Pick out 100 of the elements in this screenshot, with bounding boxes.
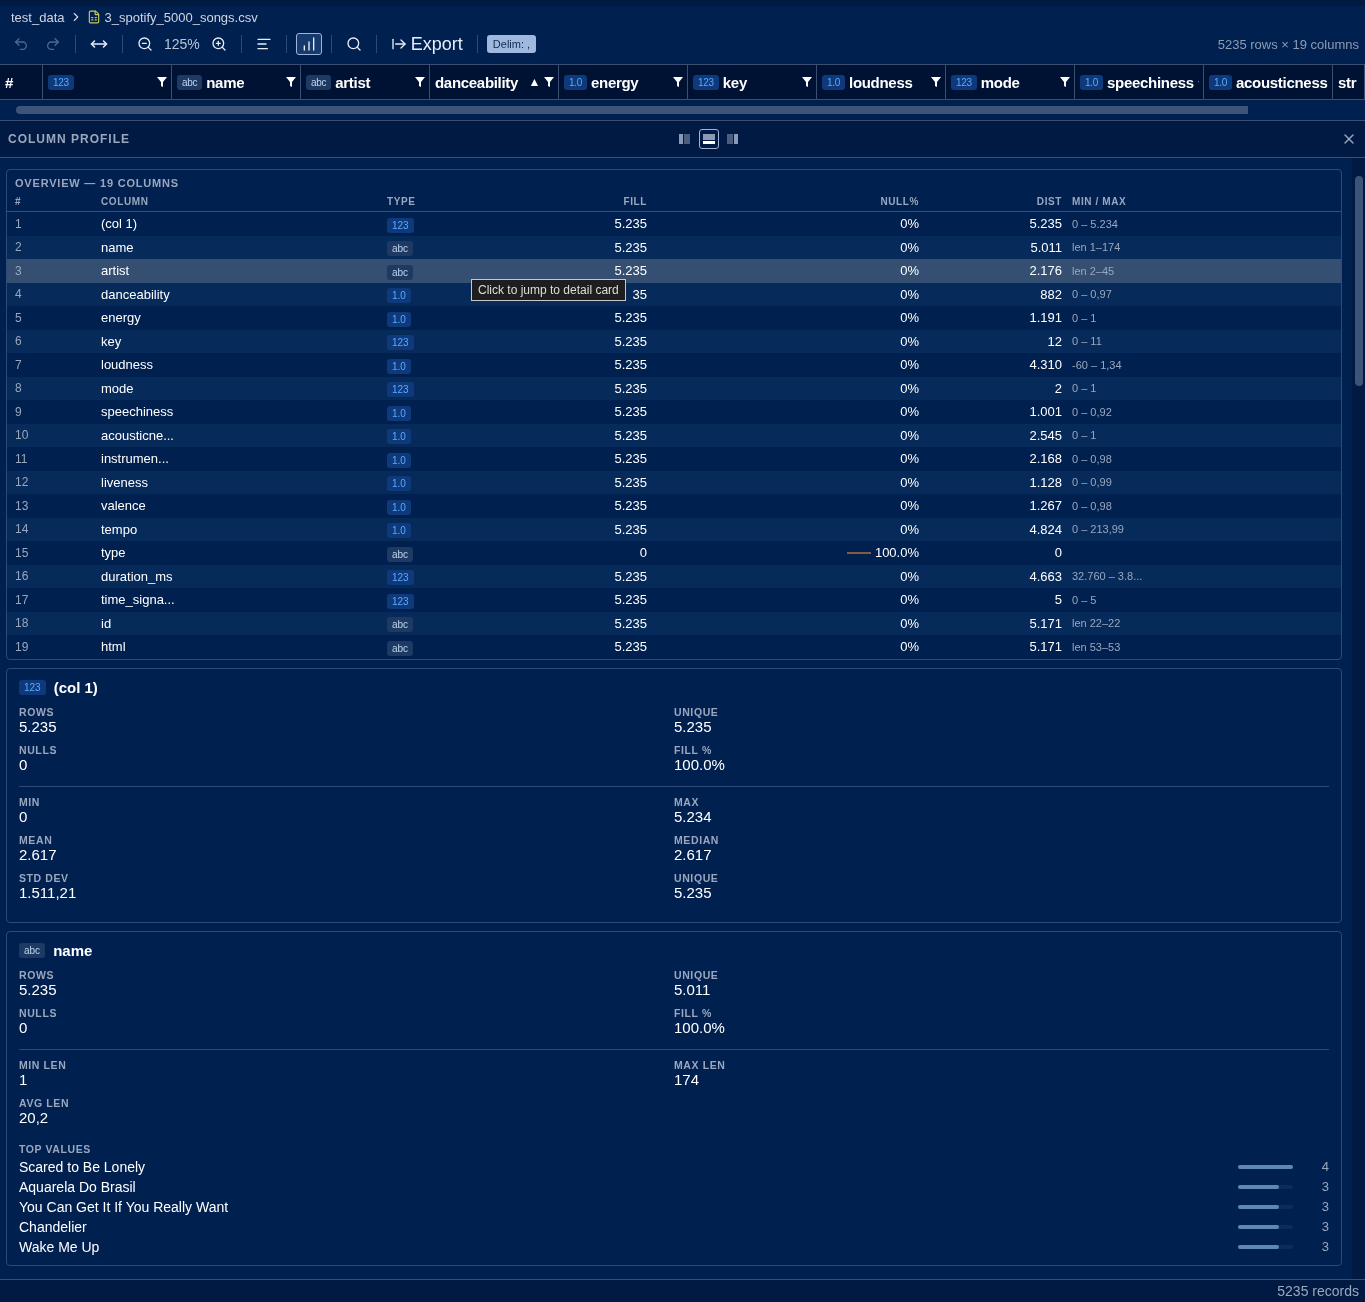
column-header[interactable]: abc artist — [301, 65, 430, 99]
table-summary: 5235 rows × 19 columns — [1217, 36, 1359, 52]
overview-row[interactable]: 12 liveness 1.0 5.235 0% 1.128 0 – 0,99 — [7, 470, 1341, 494]
overview-row[interactable]: 2 name abc 5.235 0% 5.011 len 1–174 — [7, 235, 1341, 259]
stat-label: NULLS — [19, 1006, 58, 1019]
type-badge: 1.0 — [387, 429, 411, 445]
stat-label: AVG LEN — [19, 1096, 71, 1109]
stat-label: MIN LEN — [19, 1058, 68, 1071]
overview-row[interactable]: 1 (col 1) 123 5.235 0% 5.235 0 – 5.234 — [7, 212, 1341, 236]
value-count: 4 — [1320, 1159, 1329, 1174]
zoom-out-icon — [137, 36, 153, 52]
frequency-bar — [1238, 1244, 1293, 1249]
stat-value: 20,2 — [19, 1108, 50, 1126]
breadcrumb-file[interactable]: 3_spotify_5000_songs.csv — [104, 9, 258, 25]
type-badge: abc — [177, 74, 203, 90]
overview-row[interactable]: 18 id abc 5.235 0% 5.171 len 22–22 — [7, 611, 1341, 635]
overview-row[interactable]: 5 energy 1.0 5.235 0% 1.191 0 – 1 — [7, 306, 1341, 330]
top-value: Scared to Be Lonely — [19, 1158, 147, 1175]
stat-value: 5.234 — [674, 807, 713, 825]
overview-row[interactable]: 13 valence 1.0 5.235 0% 1.267 0 – 0,98 — [7, 494, 1341, 518]
layout-button[interactable] — [698, 129, 719, 149]
type-badge: 1.0 — [822, 74, 845, 90]
type-badge: 123 — [19, 679, 46, 695]
stat-value: 5.235 — [19, 980, 58, 998]
delimiter-badge[interactable]: Delim: , — [486, 35, 537, 53]
panel-title: COLUMN PROFILE — [8, 132, 131, 146]
stat-value: 5.011 — [674, 980, 711, 998]
type-badge: 1.0 — [387, 311, 411, 327]
overview-row[interactable]: 7 loudness 1.0 5.235 0% 4.310 -60 – 1,34 — [7, 353, 1341, 377]
type-badge: 123 — [48, 74, 74, 90]
overview-row[interactable]: 16 duration_ms 123 5.235 0% 4.663 32.760 – 3.8... — [7, 564, 1341, 588]
column-header[interactable]: 123 mode — [946, 65, 1075, 99]
frequency-bar — [1238, 1164, 1293, 1169]
overview-row[interactable]: 3 artist abc 5.235 0% 2.176 len 2–45 — [7, 259, 1341, 283]
stat-label: ROWS — [19, 705, 56, 718]
frequency-bar — [1238, 1224, 1293, 1229]
column-heading: COLUMN — [101, 195, 150, 207]
panel-layout-icon — [701, 132, 716, 146]
type-badge: 123 — [387, 217, 414, 233]
type-badge: 123 — [387, 335, 414, 351]
stat-value: 5.235 — [674, 717, 712, 735]
stat-value: 1 — [19, 1070, 29, 1088]
stat-value: 0 — [19, 1018, 29, 1036]
card-title: (col 1) — [53, 678, 98, 696]
lines-icon — [255, 36, 272, 52]
stat-value: 5.235 — [19, 717, 58, 735]
value-count: 3 — [1320, 1239, 1329, 1254]
type-badge: 123 — [693, 74, 719, 90]
stat-value: 1.511,21 — [19, 883, 78, 901]
stat-label: NULLS — [19, 743, 58, 756]
column-header[interactable]: 1.0 loudness — [817, 65, 946, 99]
overview-row[interactable]: 19 html abc 5.235 0% 5.171 len 53–53 — [7, 635, 1341, 659]
export-button[interactable]: Export — [385, 30, 468, 58]
column-header[interactable]: 1.0 acousticness — [1204, 65, 1333, 99]
overview-row[interactable]: 14 tempo 1.0 5.235 0% 4.824 0 – 213,99 — [7, 517, 1341, 541]
record-count: 5235 records — [1277, 1283, 1359, 1299]
column-heading: TYPE — [387, 195, 417, 207]
overview-row[interactable]: 10 acousticne... 1.0 5.235 0% 2.545 0 – 1 — [7, 423, 1341, 447]
overview-row[interactable]: 9 speechiness 1.0 5.235 0% 1.001 0 – 0,92 — [7, 400, 1341, 424]
column-header[interactable]: str — [1333, 65, 1365, 99]
type-badge: 123 — [387, 570, 414, 586]
overview-row[interactable]: 8 mode 123 5.235 0% 2 0 – 1 — [7, 376, 1341, 400]
type-badge: abc — [387, 241, 414, 257]
type-badge: abc — [387, 640, 414, 656]
vertical-scrollbar[interactable] — [1354, 176, 1363, 386]
top-value: Chandelier — [19, 1218, 88, 1235]
overview-row[interactable]: 11 instrumen... 1.0 5.235 0% 2.168 0 – 0,98 — [7, 447, 1341, 471]
stat-label: MAX LEN — [674, 1058, 727, 1071]
column-header[interactable]: 1.0 speechiness — [1075, 65, 1204, 99]
type-badge: 1.0 — [387, 499, 411, 515]
frequency-bar — [1238, 1204, 1293, 1209]
overview-row[interactable]: 15 type abc 0 100.0% 0 — [7, 541, 1341, 565]
column-header[interactable]: abc name — [172, 65, 301, 99]
type-badge: 1.0 — [564, 74, 587, 90]
breadcrumb-folder[interactable]: test_data — [11, 9, 65, 25]
overview-row[interactable]: 6 key 123 5.235 0% 12 0 – 11 — [7, 329, 1341, 353]
column-header[interactable]: 1.0 energy — [559, 65, 688, 99]
stat-value: 2.617 — [19, 845, 58, 863]
stat-label: UNIQUE — [674, 968, 720, 981]
stat-label: TOP VALUES — [19, 1142, 91, 1155]
value-count: 3 — [1320, 1219, 1329, 1234]
type-badge: 123 — [951, 74, 977, 90]
stat-label: MEDIAN — [674, 833, 720, 846]
stat-value: 100.0% — [674, 1018, 726, 1036]
column-heading: FILL — [622, 195, 647, 207]
overview-title: OVERVIEW — 19 COLUMNS — [14, 176, 180, 191]
stat-label: MIN — [19, 795, 42, 808]
profile-button[interactable] — [295, 33, 322, 55]
value-count: 3 — [1320, 1199, 1329, 1214]
type-badge: abc — [387, 546, 414, 562]
type-badge: 1.0 — [387, 405, 411, 421]
overview-row[interactable]: 17 time_signa... 123 5.235 0% 5 0 – 5 — [7, 588, 1341, 612]
sort-indicator[interactable]: ▲ — [528, 75, 540, 89]
search-icon — [345, 36, 362, 52]
column-header[interactable]: 123 — [43, 65, 172, 99]
type-badge: 1.0 — [1209, 74, 1232, 90]
type-badge: 1.0 — [387, 476, 411, 492]
stat-value: 100.0% — [674, 755, 726, 773]
column-header[interactable]: danceability ▲ — [430, 65, 559, 99]
column-header[interactable]: 123 key — [688, 65, 817, 99]
